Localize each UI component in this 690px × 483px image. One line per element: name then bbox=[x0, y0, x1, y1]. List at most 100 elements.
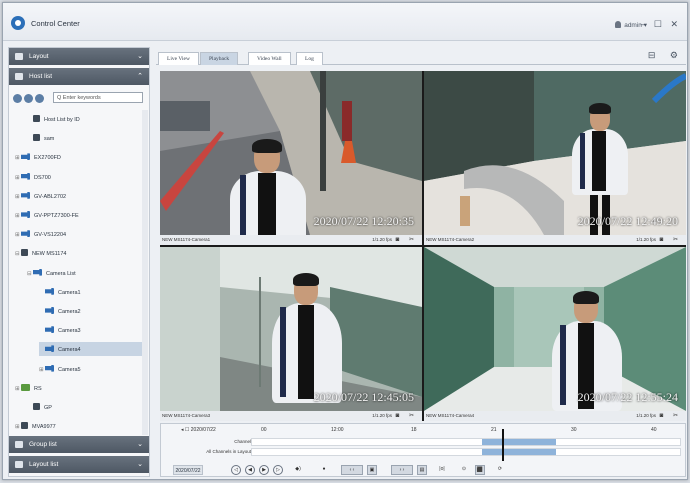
export-icon[interactable]: ▤ bbox=[417, 465, 427, 475]
timeline-row-channel: Channel bbox=[165, 438, 681, 446]
tree-item[interactable]: ⊞ MVA9977 bbox=[15, 419, 143, 433]
video-cell-camera4[interactable]: 2020/07/22 12:55:24 NEW MS1174-Camera4 1… bbox=[424, 247, 686, 421]
frame-rate: 1/1.20 fps bbox=[372, 413, 392, 418]
snapshot-icon[interactable]: ◙ ✂ bbox=[660, 236, 682, 243]
tree-item-label: GP bbox=[44, 405, 52, 411]
group-list-panel-header[interactable]: Group list ⌄ bbox=[9, 436, 149, 453]
snapshot-icon[interactable]: ◙ ✂ bbox=[660, 412, 682, 419]
video-feed[interactable]: 2020/07/22 12:49:20 bbox=[424, 71, 686, 235]
frame-rate: 1/1.20 fps bbox=[636, 237, 656, 242]
tree-item[interactable]: ⊞ GV-PPTZ7300-FE bbox=[15, 208, 143, 222]
camera-icon bbox=[21, 153, 30, 161]
tree-item[interactable]: Camera1 bbox=[39, 285, 143, 299]
tree-item[interactable]: Camera2 bbox=[39, 304, 143, 318]
step-back-button[interactable]: ◀ bbox=[245, 465, 255, 475]
tree-item[interactable]: ⊞ GV-VS12204 bbox=[15, 227, 143, 241]
tab-live-view[interactable]: Live View bbox=[158, 52, 199, 65]
tab-playback[interactable]: Playback bbox=[200, 52, 239, 65]
stop-button[interactable]: ⬛ bbox=[475, 465, 485, 475]
app-title: Control Center bbox=[31, 19, 80, 28]
host-list-label: Host list bbox=[29, 73, 53, 80]
timeline-date[interactable]: ◂ ☐ 2020/07/22 bbox=[181, 427, 216, 433]
chevron-down-icon[interactable]: ⌄ bbox=[137, 52, 143, 60]
layout-panel-label: Layout bbox=[29, 53, 49, 60]
video-feed[interactable]: 2020/07/22 12:20:35 bbox=[160, 71, 422, 235]
tree-item-label: Camera List bbox=[46, 270, 76, 277]
expand-toggle-icon[interactable]: ⊞ bbox=[15, 175, 21, 181]
target-icon[interactable]: ⊙ bbox=[459, 465, 469, 475]
recording-segment[interactable] bbox=[482, 439, 556, 445]
settings-icon[interactable] bbox=[35, 94, 44, 103]
group-icon bbox=[15, 441, 23, 448]
tree-item-label: GV-VS12204 bbox=[34, 232, 67, 239]
layout-panel-header[interactable]: Layout ⌄ bbox=[9, 48, 149, 65]
playhead[interactable] bbox=[502, 429, 504, 461]
slower-button[interactable]: ‹ ‹ bbox=[341, 465, 363, 475]
layout-list-panel-header[interactable]: Layout list ⌄ bbox=[9, 456, 149, 473]
tab-tools[interactable]: ⊟ ⚙ bbox=[648, 50, 684, 61]
search-input[interactable]: Q Enter keywords bbox=[53, 92, 143, 103]
recording-segment[interactable] bbox=[482, 449, 556, 455]
tree-item[interactable]: ⊞ GV-ABL2702 bbox=[15, 189, 143, 203]
user-name: admin bbox=[624, 22, 642, 29]
expand-toggle-icon[interactable]: ⊞ bbox=[15, 213, 21, 219]
chevron-down-icon[interactable]: ⌄ bbox=[137, 460, 143, 468]
channel-track[interactable] bbox=[251, 438, 681, 446]
tree-item-label: sam bbox=[44, 136, 55, 143]
snapshot-icon[interactable]: ◙ ✂ bbox=[396, 236, 418, 243]
chevron-down-icon[interactable]: ⌄ bbox=[137, 440, 143, 448]
device-icon bbox=[33, 115, 40, 122]
expand-toggle-icon[interactable]: ⊞ bbox=[15, 232, 21, 238]
all-channels-track[interactable] bbox=[251, 448, 681, 456]
video-grid: 2020/07/22 12:20:35 NEW MS1174-Camera1 1… bbox=[160, 71, 686, 421]
speed-box-icon[interactable]: ▣ bbox=[367, 465, 377, 475]
sidebar-scrollbar[interactable] bbox=[142, 110, 148, 435]
window-controls[interactable]: – ☐ ✕ bbox=[640, 19, 681, 30]
play-button[interactable]: ▶ bbox=[259, 465, 269, 475]
fast-forward-button[interactable]: ▷ bbox=[273, 465, 283, 475]
volume-icon[interactable]: ◆) bbox=[293, 465, 303, 475]
tree-item[interactable]: ⊞ EX2700FD bbox=[15, 150, 143, 164]
faster-button[interactable]: › › bbox=[391, 465, 413, 475]
camera-icon bbox=[21, 230, 30, 238]
tree-item[interactable]: ⊞ RS bbox=[15, 381, 143, 395]
video-cell-camera3[interactable]: 2020/07/22 12:45:05 NEW MS1174-Camera3 1… bbox=[160, 247, 422, 421]
video-feed[interactable]: 2020/07/22 12:55:24 bbox=[424, 247, 686, 411]
expand-toggle-icon[interactable]: ⊟ bbox=[27, 271, 33, 277]
tree-item[interactable]: Camera3 bbox=[39, 323, 143, 337]
tree-item[interactable]: ⊞ Camera5 bbox=[39, 362, 143, 376]
playback-controls: 2020/07/22 ◁ ◀ ▶ ▷ ◆) ● ‹ ‹ ▣ › › ▤ |o| … bbox=[165, 464, 681, 476]
app-window: Control Center admin ▾ – ☐ ✕ Layout ⌄ Ho… bbox=[2, 2, 688, 480]
tab-log[interactable]: Log bbox=[296, 52, 323, 65]
tab-video-wall[interactable]: Video Wall bbox=[248, 52, 291, 65]
main-area: Live View Playback Video Wall Log ⊟ ⚙ 20… bbox=[156, 47, 686, 477]
tree-item[interactable]: GP bbox=[27, 400, 143, 414]
video-timestamp: 2020/07/22 12:20:35 bbox=[313, 214, 414, 228]
tree-item[interactable]: Host List by ID bbox=[27, 112, 143, 126]
expand-toggle-icon[interactable]: ⊞ bbox=[15, 194, 21, 200]
tree-item[interactable]: sam bbox=[27, 131, 143, 145]
video-cell-camera1[interactable]: 2020/07/22 12:20:35 NEW MS1174-Camera1 1… bbox=[160, 71, 422, 245]
sync-icon[interactable]: |o| bbox=[435, 465, 449, 475]
expand-toggle-icon[interactable]: ⊞ bbox=[15, 155, 21, 161]
frame-rate: 1/1.20 fps bbox=[636, 413, 656, 418]
remove-icon[interactable] bbox=[24, 94, 33, 103]
tree-item[interactable]: ⊟ NEW MS1174 bbox=[15, 246, 143, 260]
refresh-icon[interactable]: ⟳ bbox=[495, 465, 505, 475]
tree-item[interactable]: ⊞ DS700 bbox=[15, 170, 143, 184]
lobby-scene-image bbox=[424, 71, 686, 235]
host-list-panel-header[interactable]: Host list ⌃ bbox=[9, 68, 149, 85]
add-icon[interactable] bbox=[13, 94, 22, 103]
timeline-row-all-channels: All Channels in Layout bbox=[165, 448, 681, 456]
date-picker[interactable]: 2020/07/22 bbox=[173, 465, 203, 475]
rewind-button[interactable]: ◁ bbox=[231, 465, 241, 475]
video-cell-camera2[interactable]: 2020/07/22 12:49:20 NEW MS1174-Camera2 1… bbox=[424, 71, 686, 245]
expand-toggle-icon[interactable]: ⊞ bbox=[39, 367, 45, 373]
tree-item[interactable]: ⊟ Camera List bbox=[27, 266, 143, 280]
snapshot-icon[interactable]: ◙ ✂ bbox=[396, 412, 418, 419]
camera-icon bbox=[45, 345, 54, 353]
chevron-up-icon[interactable]: ⌃ bbox=[137, 72, 143, 80]
record-icon[interactable]: ● bbox=[319, 465, 329, 475]
tree-item[interactable]: Camera4 bbox=[39, 342, 143, 357]
video-feed[interactable]: 2020/07/22 12:45:05 bbox=[160, 247, 422, 411]
